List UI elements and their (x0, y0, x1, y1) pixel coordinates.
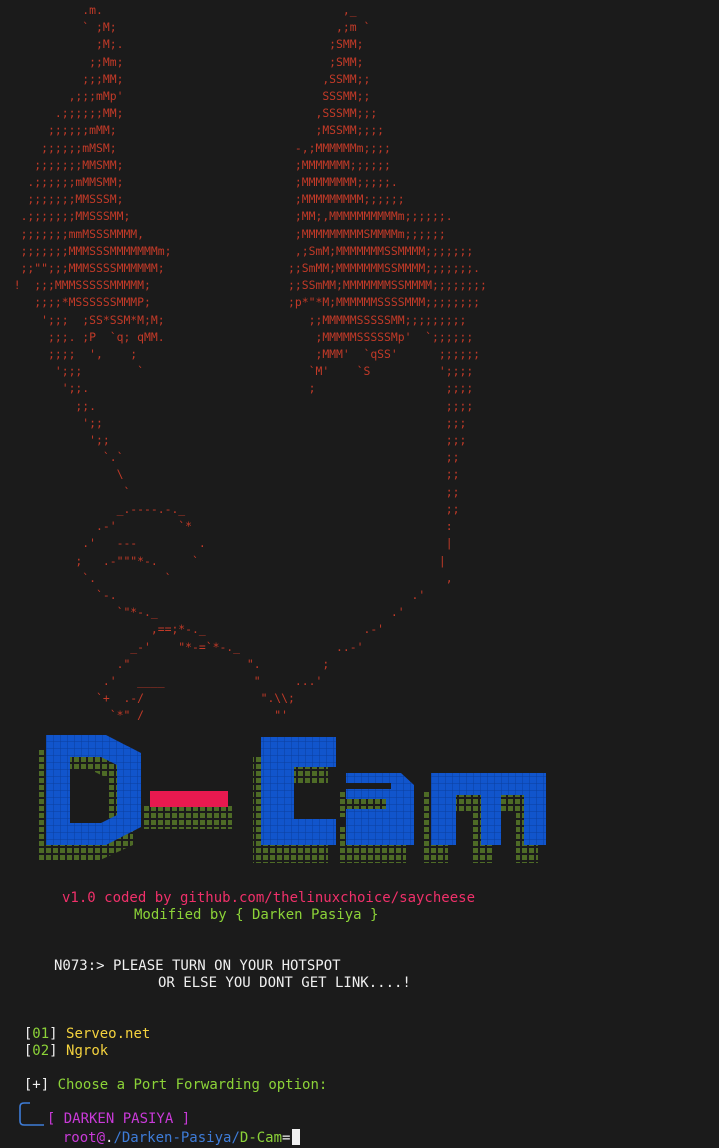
modified-credit-line: Modified by { Darken Pasiya } (134, 907, 379, 923)
prompt-marker: + (32, 1077, 41, 1093)
option-ngrok[interactable]: [02] Ngrok (7, 1026, 108, 1060)
prompt-text: Choose a Port Forwarding option: (57, 1077, 328, 1093)
hotspot-notice-line-1: N073:> PLEASE TURN ON YOUR HOTSPOT (54, 958, 341, 974)
shell-path-mid: /Darken-Pasiya/ (113, 1130, 240, 1146)
port-forwarding-prompt: [+] Choose a Port Forwarding option: (23, 1077, 328, 1093)
shell-user: root@ (62, 1130, 106, 1146)
option-number: 02 (32, 1043, 50, 1059)
option-label: Ngrok (66, 1043, 109, 1059)
shell-suffix: = (282, 1130, 291, 1146)
d-cam-logo (38, 735, 546, 863)
devil-ascii-art: .m. ,_ ` ;M; ,;m ` ;M;. ;SMM; ;;Mm; ;SMM… (13, 3, 487, 722)
option-bracket-close: ] (49, 1043, 58, 1059)
shell-path-end: D-Cam (239, 1130, 283, 1146)
terminal-cursor[interactable] (292, 1129, 301, 1145)
version-credit-line: v1.0 coded by github.com/thelinuxchoice/… (62, 890, 476, 906)
shell-prompt-line[interactable]: root@./Darken-Pasiya/D-Cam= (46, 1112, 301, 1147)
hotspot-notice-line-2: OR ELSE YOU DONT GET LINK....! (158, 975, 411, 991)
